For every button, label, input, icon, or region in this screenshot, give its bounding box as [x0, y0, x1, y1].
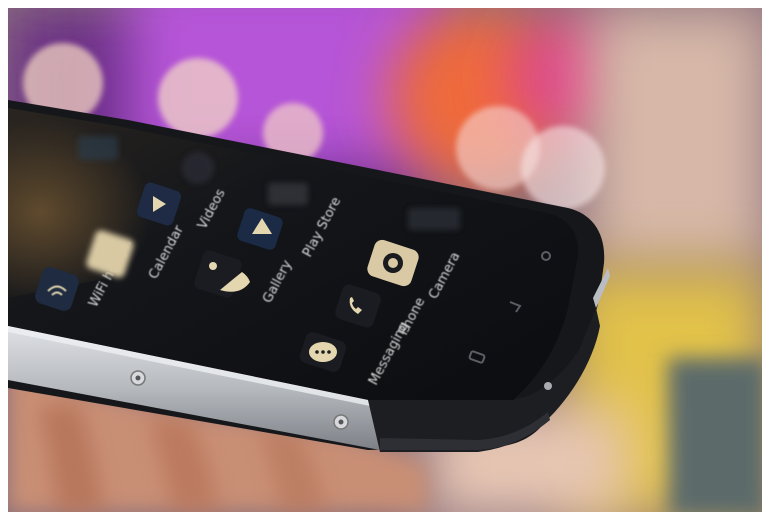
- messaging-dot: [315, 350, 319, 354]
- camera-lens-inner: [388, 258, 398, 268]
- photo: WiFi hotsp.. Calendar Videos: [0, 0, 770, 520]
- background-dark-right: [668, 358, 762, 512]
- messaging-dot: [321, 350, 325, 354]
- photo-frame: WiFi hotsp.. Calendar Videos: [8, 8, 762, 512]
- app-icon-blurred: [78, 136, 118, 160]
- app-icon-blurred: [182, 152, 214, 184]
- screw-center: [338, 419, 344, 425]
- app-icon-blurred: [408, 208, 460, 230]
- photo-scene: WiFi hotsp.. Calendar Videos: [8, 8, 762, 512]
- screw-center: [135, 375, 141, 381]
- bokeh-circle: [158, 58, 238, 138]
- side-button: [544, 382, 552, 390]
- bokeh-light-right: [588, 8, 762, 268]
- gallery-sun-glyph: [209, 262, 217, 270]
- app-icon-blurred: [268, 183, 308, 205]
- messaging-dot: [327, 350, 331, 354]
- bokeh-circle: [521, 126, 605, 210]
